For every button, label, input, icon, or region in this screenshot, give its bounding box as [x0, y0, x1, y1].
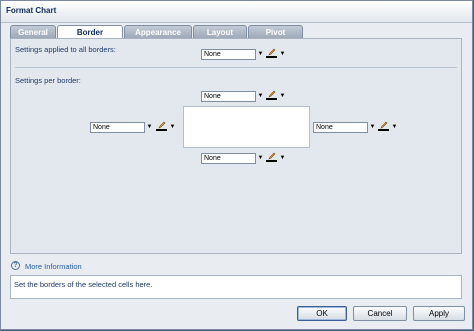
- right-border-style-select[interactable]: None: [313, 122, 368, 133]
- chevron-down-icon[interactable]: ▼: [279, 49, 286, 60]
- bottom-border-color-button[interactable]: [266, 152, 278, 163]
- separator: [15, 67, 457, 68]
- title-bar[interactable]: Format Chart: [1, 1, 472, 23]
- cancel-button[interactable]: Cancel: [353, 306, 407, 321]
- all-borders-style-select[interactable]: None: [201, 49, 256, 60]
- chevron-down-icon[interactable]: ▼: [279, 91, 286, 102]
- all-borders-label: Settings applied to all borders:: [15, 45, 116, 54]
- chevron-down-icon[interactable]: ▼: [369, 122, 376, 133]
- color-swatch: [156, 129, 167, 131]
- pen-icon: [158, 121, 166, 129]
- more-information-link[interactable]: More Information: [25, 262, 82, 271]
- top-border-color-button[interactable]: [266, 90, 278, 101]
- chevron-down-icon[interactable]: ▼: [257, 153, 264, 164]
- ok-button[interactable]: OK: [297, 306, 347, 321]
- format-chart-dialog: Format Chart General Border Appearance L…: [0, 0, 473, 330]
- color-swatch: [266, 98, 277, 100]
- dialog-title: Format Chart: [6, 6, 57, 15]
- pen-icon: [268, 152, 276, 160]
- tab-border[interactable]: Border: [57, 25, 123, 39]
- chevron-down-icon[interactable]: ▼: [146, 122, 153, 133]
- top-border-style-select[interactable]: None: [201, 91, 256, 102]
- info-text: Set the borders of the selected cells he…: [10, 275, 462, 299]
- per-border-label: Settings per border:: [15, 76, 81, 85]
- tab-appearance[interactable]: Appearance: [124, 25, 192, 38]
- pen-icon: [380, 121, 388, 129]
- border-panel: Settings applied to all borders: None ▼ …: [10, 38, 462, 254]
- chevron-down-icon[interactable]: ▼: [279, 153, 286, 164]
- bottom-border-style-select[interactable]: None: [201, 153, 256, 164]
- left-border-color-button[interactable]: [156, 121, 168, 132]
- chevron-down-icon[interactable]: ▼: [257, 91, 264, 102]
- tab-pivot[interactable]: Pivot: [248, 25, 303, 38]
- border-preview: [183, 106, 310, 148]
- right-border-color-button[interactable]: [378, 121, 390, 132]
- tab-layout[interactable]: Layout: [193, 25, 247, 38]
- color-swatch: [266, 56, 277, 58]
- color-swatch: [266, 160, 277, 162]
- help-icon[interactable]: ?: [11, 261, 20, 270]
- pen-icon: [268, 90, 276, 98]
- apply-button[interactable]: Apply: [413, 306, 465, 321]
- tab-general[interactable]: General: [10, 25, 56, 38]
- more-information-section: ? More Information Set the borders of th…: [10, 260, 462, 300]
- all-borders-color-button[interactable]: [266, 48, 278, 59]
- chevron-down-icon[interactable]: ▼: [257, 49, 264, 60]
- chevron-down-icon[interactable]: ▼: [391, 122, 398, 133]
- left-border-style-select[interactable]: None: [90, 122, 145, 133]
- pen-icon: [268, 48, 276, 56]
- color-swatch: [378, 129, 389, 131]
- chevron-down-icon[interactable]: ▼: [169, 122, 176, 133]
